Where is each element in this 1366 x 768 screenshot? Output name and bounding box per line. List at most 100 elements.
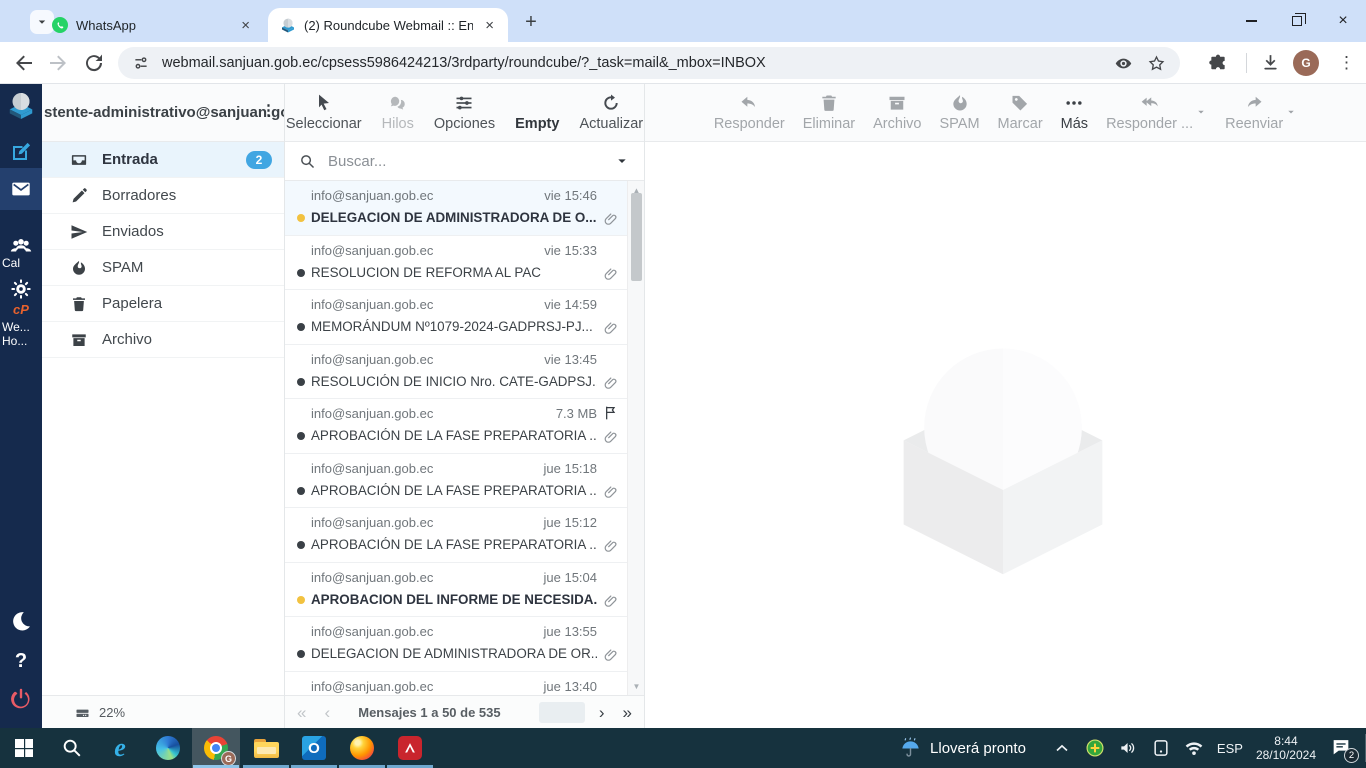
message-status-dot[interactable] — [297, 650, 305, 658]
browser-tab-whatsapp[interactable]: WhatsApp × — [40, 8, 264, 42]
message-status-dot[interactable] — [297, 486, 305, 495]
taskbar-app-acrobat[interactable] — [386, 728, 434, 768]
toolbar-button-reenviar[interactable]: Reenviar — [1225, 93, 1283, 132]
chevron-down-icon[interactable] — [1195, 106, 1207, 118]
rail-item-mail[interactable] — [0, 168, 42, 210]
scroll-down-icon[interactable]: ▼ — [628, 679, 644, 693]
message-status-dot[interactable] — [297, 214, 305, 222]
message-status-dot[interactable] — [297, 323, 305, 331]
list-scrollbar[interactable]: ▲ ▼ — [627, 181, 644, 695]
restore-button[interactable] — [1274, 0, 1320, 42]
prev-page-button[interactable]: ‹ — [320, 704, 334, 721]
contacts-icon[interactable] — [0, 234, 42, 258]
message-status-dot[interactable] — [297, 377, 305, 386]
bookmark-star-icon[interactable] — [1147, 54, 1166, 73]
close-button[interactable]: × — [1320, 0, 1366, 42]
search-options-chevron-icon[interactable] — [614, 153, 630, 169]
eye-icon[interactable] — [1114, 54, 1133, 73]
sidebar-item-papelera[interactable]: Papelera — [42, 286, 284, 322]
page-number-input[interactable] — [538, 701, 585, 723]
tab-close-icon[interactable]: × — [481, 18, 498, 33]
weather-icon[interactable] — [899, 737, 922, 760]
sidebar-item-entrada[interactable]: Entrada 2 — [42, 142, 284, 178]
message-row[interactable]: info@sanjuan.gob.ec vie 14:59 MEMORÁNDUM N… — [285, 290, 627, 345]
toolbar-button-m-s[interactable]: Más — [1061, 93, 1088, 132]
message-row[interactable]: info@sanjuan.gob.ec jue 13:55 DELEGACION D… — [285, 617, 627, 672]
downloads-icon[interactable] — [1260, 52, 1281, 73]
tab-close-icon[interactable]: × — [237, 18, 254, 33]
message-row[interactable]: info@sanjuan.gob.ec vie 15:46 DELEGACION D… — [285, 181, 627, 236]
settings-gear-icon[interactable] — [0, 278, 42, 300]
address-bar[interactable]: webmail.sanjuan.gob.ec/cpsess5986424213/… — [118, 47, 1180, 79]
toolbar-button-archivo[interactable]: Archivo — [873, 93, 922, 132]
message-status-dot[interactable] — [297, 268, 305, 277]
message-row[interactable]: info@sanjuan.gob.ec jue 15:04 APROBACION D… — [285, 562, 627, 617]
message-row[interactable]: info@sanjuan.gob.ec vie 15:33 RESOLUCION D… — [285, 235, 627, 290]
browser-tab-roundcube[interactable]: (2) Roundcube Webmail :: Entra × — [268, 8, 508, 42]
logout-power-icon[interactable] — [0, 686, 42, 712]
toolbar-button-responder[interactable]: Responder — [714, 93, 785, 132]
profile-avatar[interactable]: G — [1293, 50, 1319, 76]
dark-mode-moon-icon[interactable] — [0, 609, 42, 633]
taskbar-app-firefox[interactable] — [338, 728, 386, 768]
message-status-dot[interactable] — [297, 595, 305, 604]
rail-item-webmail-home-1[interactable]: We... — [0, 320, 42, 334]
taskbar-app-explorer[interactable] — [242, 728, 290, 768]
toolbar-button-marcar[interactable]: Marcar — [998, 93, 1043, 132]
taskbar-app-ie[interactable]: e — [96, 728, 144, 768]
extensions-icon[interactable] — [1208, 53, 1228, 73]
language-indicator[interactable]: ESP — [1217, 741, 1243, 756]
help-icon[interactable]: ? — [0, 650, 42, 673]
back-icon[interactable] — [12, 51, 36, 75]
browser-menu-icon[interactable]: ⋮ — [1338, 51, 1355, 75]
reload-icon[interactable] — [82, 51, 106, 75]
toolbar-button-eliminar[interactable]: Eliminar — [803, 93, 855, 132]
message-row[interactable]: info@sanjuan.gob.ec 7.3 MB APROBACIÓN DE L… — [285, 399, 627, 454]
weather-text[interactable]: Lloverá pronto — [930, 740, 1026, 757]
clock[interactable]: 8:44 28/10/2024 — [1256, 734, 1316, 762]
message-row[interactable]: info@sanjuan.gob.ec vie 13:45 RESOLUCIÓN D… — [285, 344, 627, 399]
scrollbar-thumb[interactable] — [631, 193, 642, 281]
taskbar-app-start[interactable] — [0, 728, 48, 768]
toolbar-button-spam[interactable]: SPAM — [940, 93, 980, 132]
forward-icon[interactable] — [46, 51, 70, 75]
taskbar-app-chrome[interactable]: G — [192, 728, 240, 768]
sidebar-item-borradores[interactable]: Borradores — [42, 178, 284, 214]
toolbar-button-empty[interactable]: Empty — [515, 93, 559, 132]
notification-center-icon[interactable]: 2 — [1330, 736, 1359, 763]
message-row[interactable]: info@sanjuan.gob.ec jue 15:12 APROBACIÓN D… — [285, 508, 627, 563]
site-settings-icon[interactable] — [132, 54, 150, 72]
first-page-button[interactable]: « — [293, 704, 310, 721]
rail-item-webmail-home-2[interactable]: Ho... — [0, 334, 42, 348]
sidebar-item-enviados[interactable]: Enviados — [42, 214, 284, 250]
chevron-down-icon[interactable] — [1285, 106, 1297, 118]
taskbar-app-outlook[interactable]: O — [290, 728, 338, 768]
toolbar-button-opciones[interactable]: Opciones — [434, 93, 495, 132]
minimize-button[interactable] — [1228, 0, 1274, 42]
cast-icon[interactable] — [1151, 738, 1171, 758]
message-status-dot[interactable] — [297, 541, 305, 549]
message-status-dot[interactable] — [297, 432, 305, 440]
account-menu-icon[interactable]: ⋮ — [261, 101, 276, 119]
last-page-button[interactable]: » — [619, 704, 636, 721]
wifi-icon[interactable] — [1184, 738, 1204, 758]
toolbar-button-responder[interactable]: Responder ... — [1106, 93, 1193, 132]
sidebar-item-archivo[interactable]: Archivo — [42, 322, 284, 358]
new-tab-button[interactable]: + — [518, 9, 544, 35]
next-page-button[interactable]: › — [595, 704, 609, 721]
taskbar-app-search[interactable] — [48, 728, 96, 768]
flag-icon[interactable] — [603, 405, 619, 421]
message-row[interactable]: info@sanjuan.gob.ec jue 15:18 APROBACIÓN D… — [285, 453, 627, 508]
tray-chevron-up-icon[interactable] — [1052, 738, 1072, 758]
toolbar-button-actualizar[interactable]: Actualizar — [579, 93, 643, 132]
message-row[interactable]: info@sanjuan.gob.ec jue 13:40 — [285, 671, 627, 695]
antivirus-icon[interactable] — [1085, 738, 1105, 758]
compose-icon[interactable] — [0, 140, 42, 164]
taskbar-app-edge[interactable] — [144, 728, 192, 768]
toolbar-button-hilos[interactable]: Hilos — [382, 93, 414, 132]
cpanel-logo-icon[interactable]: cP — [0, 302, 42, 317]
volume-icon[interactable] — [1118, 738, 1138, 758]
rail-item-calendar[interactable]: Cal — [0, 256, 42, 270]
toolbar-button-seleccionar[interactable]: Seleccionar — [286, 93, 362, 132]
search-input[interactable] — [326, 151, 604, 171]
